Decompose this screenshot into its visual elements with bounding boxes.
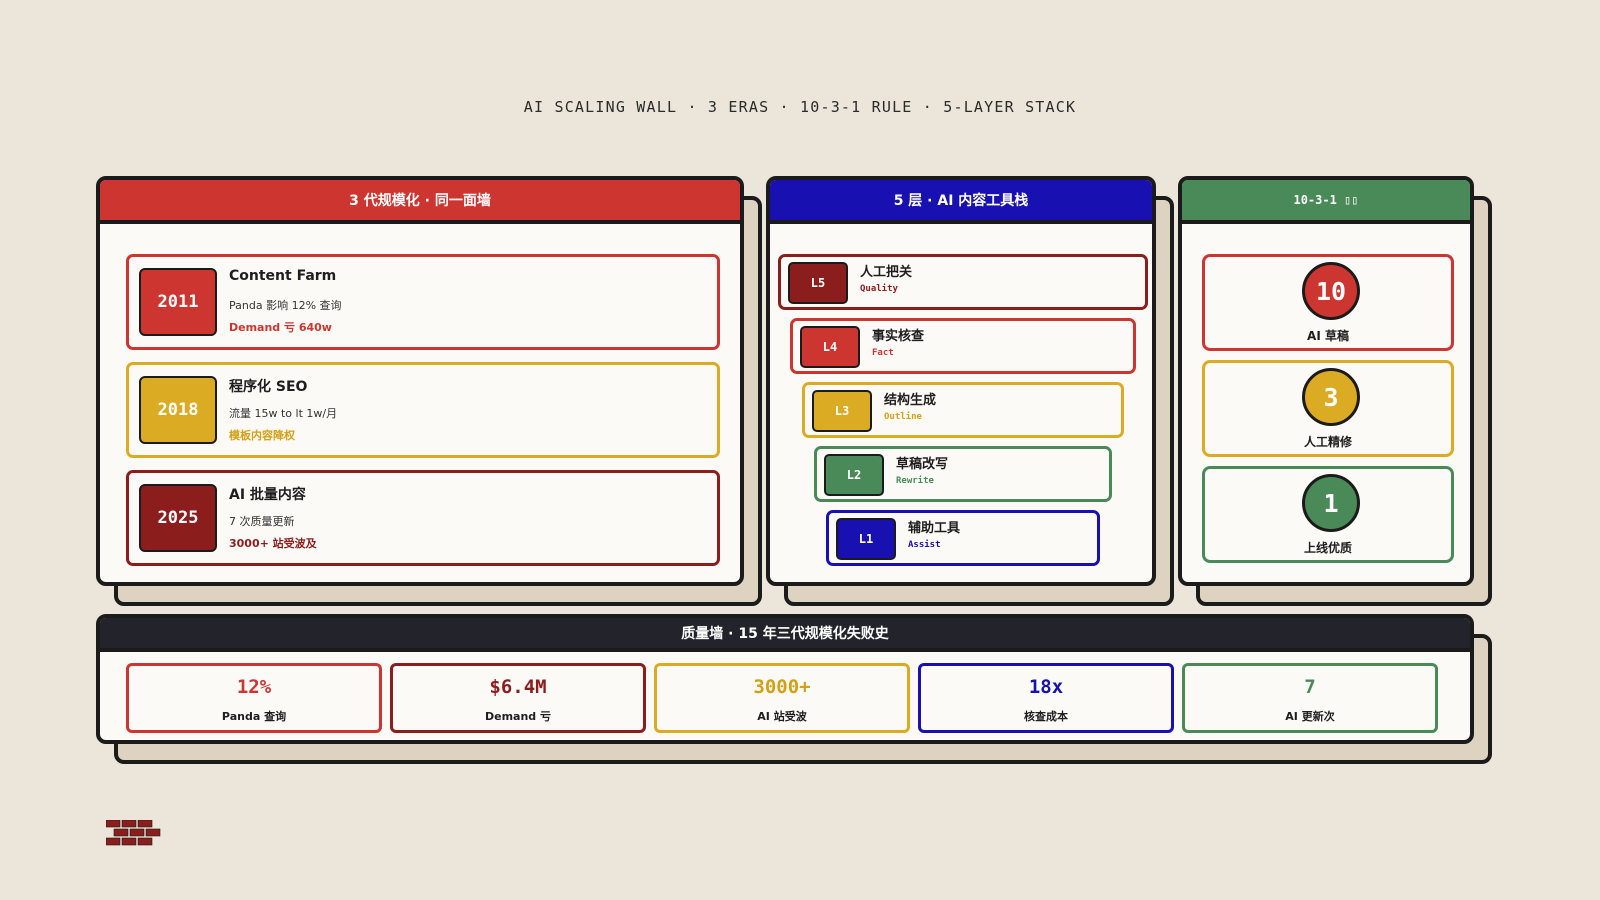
eras-panel: 3 代规模化 · 同一面墙 2011 Content Farm Panda 影响… xyxy=(96,176,762,606)
page-title: AI SCALING WALL · 3 ERAS · 10-3-1 RULE ·… xyxy=(523,98,1077,116)
layer-badge: L1 xyxy=(836,518,896,560)
layer-badge: L5 xyxy=(788,262,848,304)
layer-title: 结构生成 xyxy=(884,393,937,408)
layer-subtitle: Assist xyxy=(908,540,941,550)
era-card-2018: 2018 程序化 SEO 流量 15w to lt 1w/月 模板内容降权 xyxy=(126,362,720,458)
layer-subtitle: Fact xyxy=(872,348,894,358)
stat-card: 7 AI 更新次 xyxy=(1182,663,1438,733)
stat-label: 核查成本 xyxy=(1024,710,1068,723)
era-note: 模板内容降权 xyxy=(229,429,295,442)
stat-card: $6.4M Demand 亏 xyxy=(390,663,646,733)
stat-label: Panda 查询 xyxy=(221,710,287,723)
rule-number-circle: 3 xyxy=(1302,368,1360,426)
rule-number-circle: 10 xyxy=(1302,262,1360,320)
layer-l1: L1 辅助工具 Assist xyxy=(826,510,1100,566)
layer-title: 人工把关 xyxy=(860,265,913,280)
layer-l3: L3 结构生成 Outline xyxy=(802,382,1124,438)
quality-wall-title: 质量墙 · 15 年三代规模化失败史 xyxy=(681,626,889,642)
rule-card-3: 3 人工精修 xyxy=(1202,360,1454,457)
layer-badge: L4 xyxy=(800,326,860,368)
stat-label: AI 更新次 xyxy=(1285,710,1335,723)
stat-value: 7 xyxy=(1304,676,1316,698)
rule-panel-body: 10-3-1 ▯▯ 10 AI 草稿 3 人工精修 1 上线优质 xyxy=(1178,176,1474,586)
quality-wall-body: 质量墙 · 15 年三代规模化失败史 12% Panda 查询 $6.4M De… xyxy=(96,614,1474,744)
era-year-badge: 2018 xyxy=(139,376,217,444)
rule-card-1: 1 上线优质 xyxy=(1202,466,1454,563)
stat-label: AI 站受波 xyxy=(757,710,807,723)
layer-l2: L2 草稿改写 Rewrite xyxy=(814,446,1112,502)
rule-panel: 10-3-1 ▯▯ 10 AI 草稿 3 人工精修 1 上线优质 xyxy=(1178,176,1492,606)
layer-l4: L4 事实核查 Fact xyxy=(790,318,1136,374)
stat-card: 12% Panda 查询 xyxy=(126,663,382,733)
stat-value: 18x xyxy=(1028,676,1064,698)
rule-label: 上线优质 xyxy=(1303,541,1352,555)
rule-label: 人工精修 xyxy=(1303,435,1352,449)
eras-panel-header: 3 代规模化 · 同一面墙 xyxy=(100,180,740,224)
era-title: AI 批量内容 xyxy=(229,487,306,503)
layer-subtitle: Outline xyxy=(884,412,922,422)
layers-panel: 5 层 · AI 内容工具栈 L5 人工把关 Quality L4 事实核查 F… xyxy=(766,176,1174,606)
stat-value: 3000+ xyxy=(753,676,811,698)
era-desc: 7 次质量更新 xyxy=(229,515,295,528)
era-note: 3000+ 站受波及 xyxy=(229,537,317,550)
era-card-2011: 2011 Content Farm Panda 影响 12% 查询 Demand… xyxy=(126,254,720,350)
era-title: Content Farm xyxy=(229,268,337,284)
era-desc: 流量 15w to lt 1w/月 xyxy=(229,407,338,420)
eras-panel-body: 3 代规模化 · 同一面墙 2011 Content Farm Panda 影响… xyxy=(96,176,744,586)
era-year-badge: 2025 xyxy=(139,484,217,552)
era-card-2025: 2025 AI 批量内容 7 次质量更新 3000+ 站受波及 xyxy=(126,470,720,566)
rule-number-circle: 1 xyxy=(1302,474,1360,532)
rule-panel-title: 10-3-1 ▯▯ xyxy=(1293,193,1359,207)
stat-label: Demand 亏 xyxy=(484,710,551,723)
rule-panel-header: 10-3-1 ▯▯ xyxy=(1182,180,1470,224)
stat-value: 12% xyxy=(236,676,272,698)
era-desc: Panda 影响 12% 查询 xyxy=(229,299,342,312)
era-year-badge: 2011 xyxy=(139,268,217,336)
era-note: Demand 亏 640w xyxy=(229,321,332,334)
stat-card: 18x 核查成本 xyxy=(918,663,1174,733)
eras-panel-title: 3 代规模化 · 同一面墙 xyxy=(349,193,491,209)
rule-label: AI 草稿 xyxy=(1307,329,1349,343)
layers-panel-body: 5 层 · AI 内容工具栈 L5 人工把关 Quality L4 事实核查 F… xyxy=(766,176,1156,586)
layer-subtitle: Quality xyxy=(860,284,898,294)
stat-card: 3000+ AI 站受波 xyxy=(654,663,910,733)
stat-value: $6.4M xyxy=(489,676,547,698)
era-title: 程序化 SEO xyxy=(229,379,308,395)
layer-badge: L3 xyxy=(812,390,872,432)
quality-wall-panel: 质量墙 · 15 年三代规模化失败史 12% Panda 查询 $6.4M De… xyxy=(96,614,1492,764)
layer-subtitle: Rewrite xyxy=(896,476,934,486)
brick-wall-icon xyxy=(106,820,161,846)
rule-card-10: 10 AI 草稿 xyxy=(1202,254,1454,351)
layer-title: 草稿改写 xyxy=(896,457,949,472)
layer-l5: L5 人工把关 Quality xyxy=(778,254,1148,310)
layers-panel-title: 5 层 · AI 内容工具栈 xyxy=(893,193,1029,209)
layer-title: 事实核查 xyxy=(872,329,925,344)
layer-title: 辅助工具 xyxy=(908,521,961,536)
layer-badge: L2 xyxy=(824,454,884,496)
layers-panel-header: 5 层 · AI 内容工具栈 xyxy=(770,180,1152,224)
quality-wall-header: 质量墙 · 15 年三代规模化失败史 xyxy=(100,618,1470,652)
